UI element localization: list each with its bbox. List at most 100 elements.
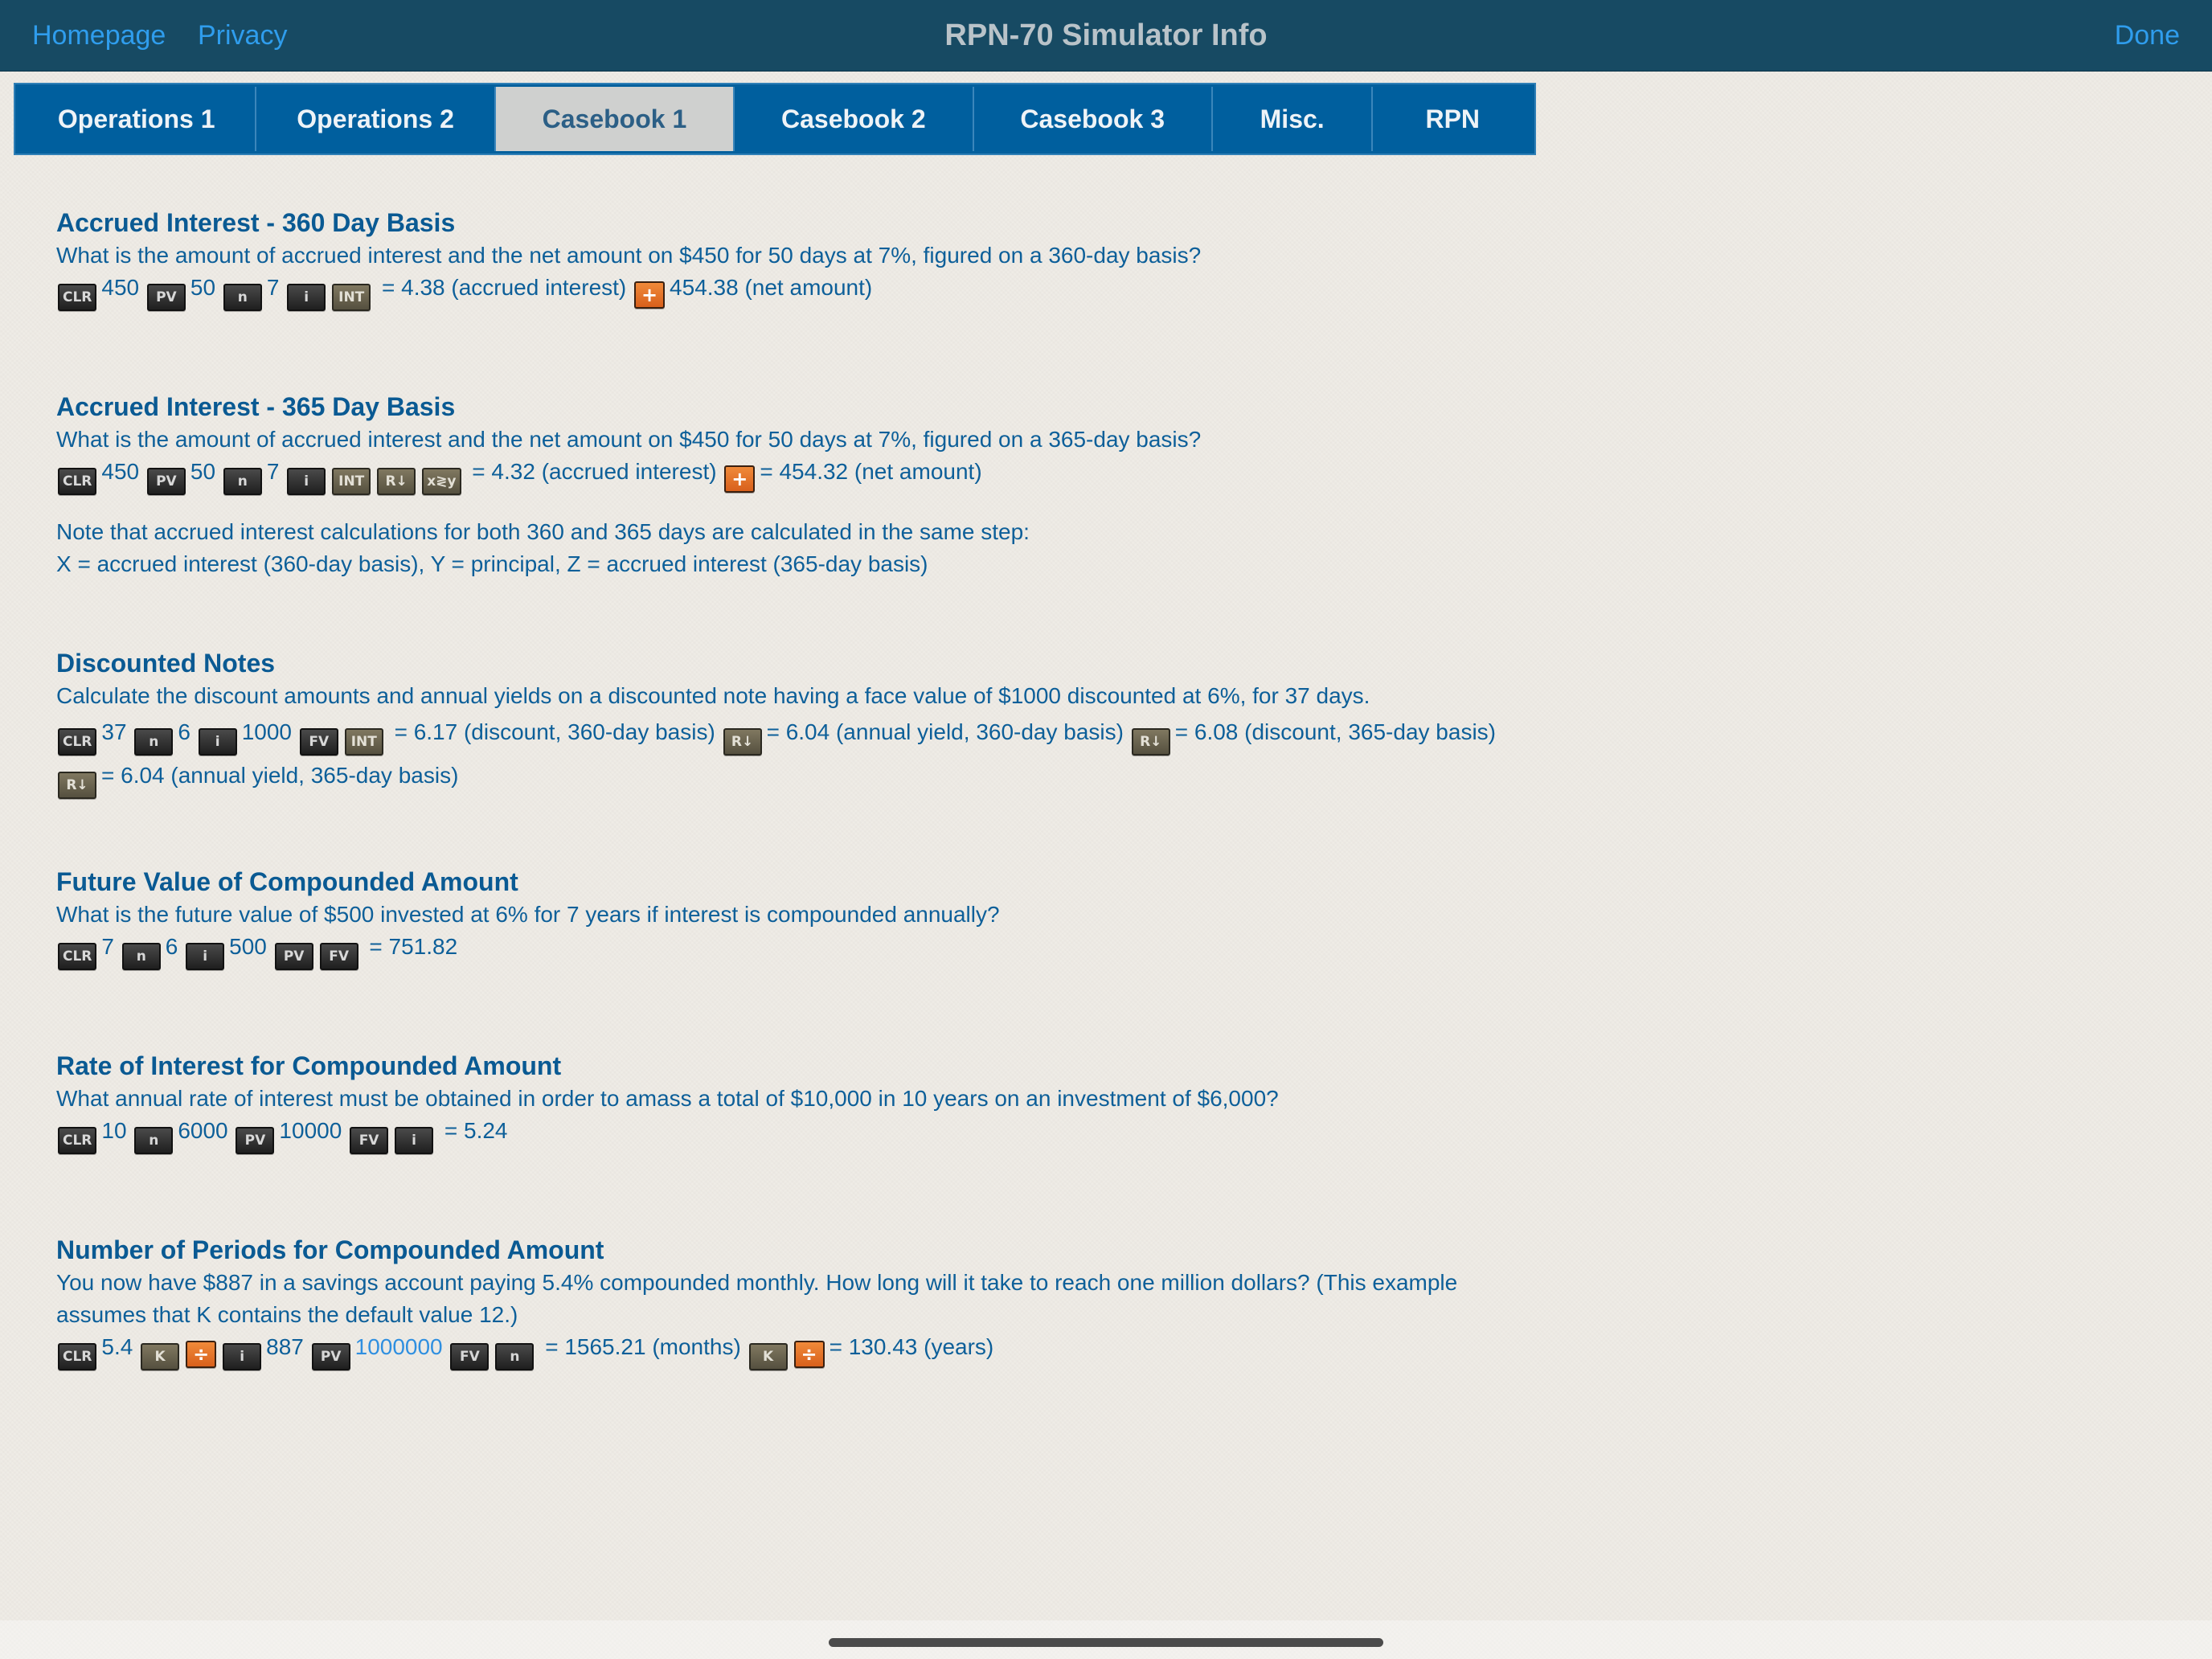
pv-key-icon: PV	[274, 943, 313, 970]
keystroke-sequence: CLR 450 PV 50 n7 i INT = 4.38 (accrued inte…	[56, 272, 1519, 311]
section-question: Calculate the discount amounts and annua…	[56, 683, 1370, 708]
section-accrued-360: Accrued Interest - 360 Day Basis What is…	[56, 206, 1519, 311]
section-note: Note that accrued interest calculations …	[56, 519, 1030, 544]
result-text: = 5.24	[444, 1118, 508, 1143]
clr-key-icon: CLR	[58, 943, 97, 970]
clr-key-icon: CLR	[58, 728, 97, 756]
section-future-value: Future Value of Compounded Amount What i…	[56, 865, 1519, 970]
result-text: = 6.04 (annual yield, 360-day basis)	[766, 719, 1124, 744]
result-text: = 1565.21 (months)	[545, 1334, 741, 1359]
result-text: = 130.43 (years)	[829, 1334, 994, 1359]
clr-key-icon: CLR	[58, 468, 97, 495]
clr-key-icon: CLR	[58, 1343, 97, 1370]
section-rate-of-interest: Rate of Interest for Compounded Amount W…	[56, 1049, 1519, 1154]
section-title: Discounted Notes	[56, 649, 276, 678]
section-title: Accrued Interest - 365 Day Basis	[56, 392, 456, 421]
int-key-icon: INT	[344, 728, 383, 756]
section-question: What is the amount of accrued interest a…	[56, 427, 1202, 452]
n-key-icon: n	[223, 284, 262, 311]
section-question: What annual rate of interest must be obt…	[56, 1086, 1279, 1111]
tab-operations-2[interactable]: Operations 2	[256, 87, 496, 151]
entry-value: 450	[101, 459, 140, 484]
i-key-icon: i	[287, 284, 326, 311]
roll-down-key-icon: R↓	[377, 468, 416, 495]
section-question: What is the future value of $500 investe…	[56, 902, 1000, 927]
n-key-icon: n	[223, 468, 262, 495]
entry-value: 7	[266, 275, 280, 300]
section-title: Number of Periods for Compounded Amount	[56, 1235, 604, 1264]
entry-value: 6	[165, 934, 178, 959]
fv-key-icon: FV	[350, 1127, 389, 1154]
tab-casebook-3[interactable]: Casebook 3	[973, 87, 1213, 151]
casebook-content: Accrued Interest - 360 Day Basis What is…	[56, 206, 1519, 1449]
section-title: Accrued Interest - 360 Day Basis	[56, 208, 456, 237]
entry-value: 10	[101, 1118, 127, 1143]
entry-value: 6	[178, 719, 190, 744]
result-text: = 6.17 (discount, 360-day basis)	[394, 719, 715, 744]
keystroke-sequence: CLR 450 PV 50 n7 i INT R↓ x≷y = 4.32 (accrued…	[56, 456, 1519, 495]
section-title: Future Value of Compounded Amount	[56, 867, 518, 896]
tab-casebook-1[interactable]: Casebook 1	[495, 87, 735, 151]
tab-casebook-2[interactable]: Casebook 2	[735, 87, 974, 151]
keystroke-sequence: CLR 5.4 K ÷ i 887 PV 1000000 FV n = 1565.21 (m…	[56, 1331, 1519, 1370]
i-key-icon: i	[287, 468, 326, 495]
fv-key-icon: FV	[450, 1343, 490, 1370]
k-key-icon: K	[748, 1343, 788, 1370]
plus-key-icon: +	[634, 281, 666, 309]
home-indicator[interactable]	[829, 1638, 1383, 1647]
fv-key-icon: FV	[299, 728, 338, 756]
int-key-icon: INT	[332, 284, 371, 311]
entry-value: 887	[266, 1334, 304, 1359]
section-number-of-periods: Number of Periods for Compounded Amount …	[56, 1233, 1519, 1370]
entry-value: 450	[101, 275, 140, 300]
divide-key-icon: ÷	[186, 1341, 217, 1368]
entry-value: 50	[190, 275, 216, 300]
entry-value: 5.4	[101, 1334, 133, 1359]
pv-key-icon: PV	[146, 284, 186, 311]
entry-value: 50	[190, 459, 216, 484]
roll-down-key-icon: R↓	[723, 728, 762, 756]
section-note: X = accrued interest (360-day basis), Y …	[56, 551, 928, 576]
entry-value: 6000	[178, 1118, 228, 1143]
pv-key-icon: PV	[146, 468, 186, 495]
navigation-bar: Homepage Privacy RPN-70 Simulator Info D…	[0, 0, 2212, 72]
keystroke-sequence: CLR 37 n6 i 1000 FV INT = 6.17 (discount, 3…	[56, 712, 1519, 799]
k-key-icon: K	[141, 1343, 180, 1370]
n-key-icon: n	[121, 943, 161, 970]
section-question: What is the amount of accrued interest a…	[56, 243, 1202, 268]
divide-key-icon: ÷	[793, 1341, 825, 1368]
result-text: = 6.04 (annual yield, 365-day basis)	[101, 763, 459, 788]
entry-value: 7	[266, 459, 280, 484]
section-accrued-365: Accrued Interest - 365 Day Basis What is…	[56, 390, 1519, 580]
n-key-icon: n	[134, 728, 174, 756]
entry-value: 500	[229, 934, 267, 959]
entry-value: 1000	[241, 719, 292, 744]
pv-key-icon: PV	[236, 1127, 275, 1154]
roll-down-key-icon: R↓	[1131, 728, 1170, 756]
result-text: = 454.32 (net amount)	[760, 459, 982, 484]
tab-operations-1[interactable]: Operations 1	[18, 87, 257, 151]
n-key-icon: n	[495, 1343, 535, 1370]
entry-value: 10000	[279, 1118, 342, 1143]
n-key-icon: n	[134, 1127, 174, 1154]
clr-key-icon: CLR	[58, 284, 97, 311]
i-key-icon: i	[223, 1343, 262, 1370]
entry-value: 37	[101, 719, 127, 744]
i-key-icon: i	[186, 943, 225, 970]
tab-misc[interactable]: Misc.	[1212, 87, 1374, 151]
page-title: RPN-70 Simulator Info	[944, 18, 1268, 52]
result-text: = 751.82	[369, 934, 458, 959]
i-key-icon: i	[395, 1127, 434, 1154]
plus-key-icon: +	[724, 465, 756, 493]
keystroke-sequence: CLR 7 n6 i 500 PV FV = 751.82	[56, 931, 1519, 970]
result-text: = 4.38 (accrued interest)	[381, 275, 627, 300]
tab-rpn[interactable]: RPN	[1373, 87, 1533, 151]
pv-key-icon: PV	[311, 1343, 350, 1370]
i-key-icon: i	[198, 728, 237, 756]
fv-key-icon: FV	[319, 943, 358, 970]
section-question: You now have $887 in a savings account p…	[56, 1270, 1458, 1327]
keystroke-sequence: CLR 10 n 6000 PV 10000 FV i = 5.24	[56, 1115, 1519, 1154]
done-button[interactable]: Done	[2115, 0, 2180, 71]
result-text: = 6.08 (discount, 365-day basis)	[1174, 719, 1496, 744]
x-swap-y-key-icon: x≷y	[422, 468, 461, 495]
